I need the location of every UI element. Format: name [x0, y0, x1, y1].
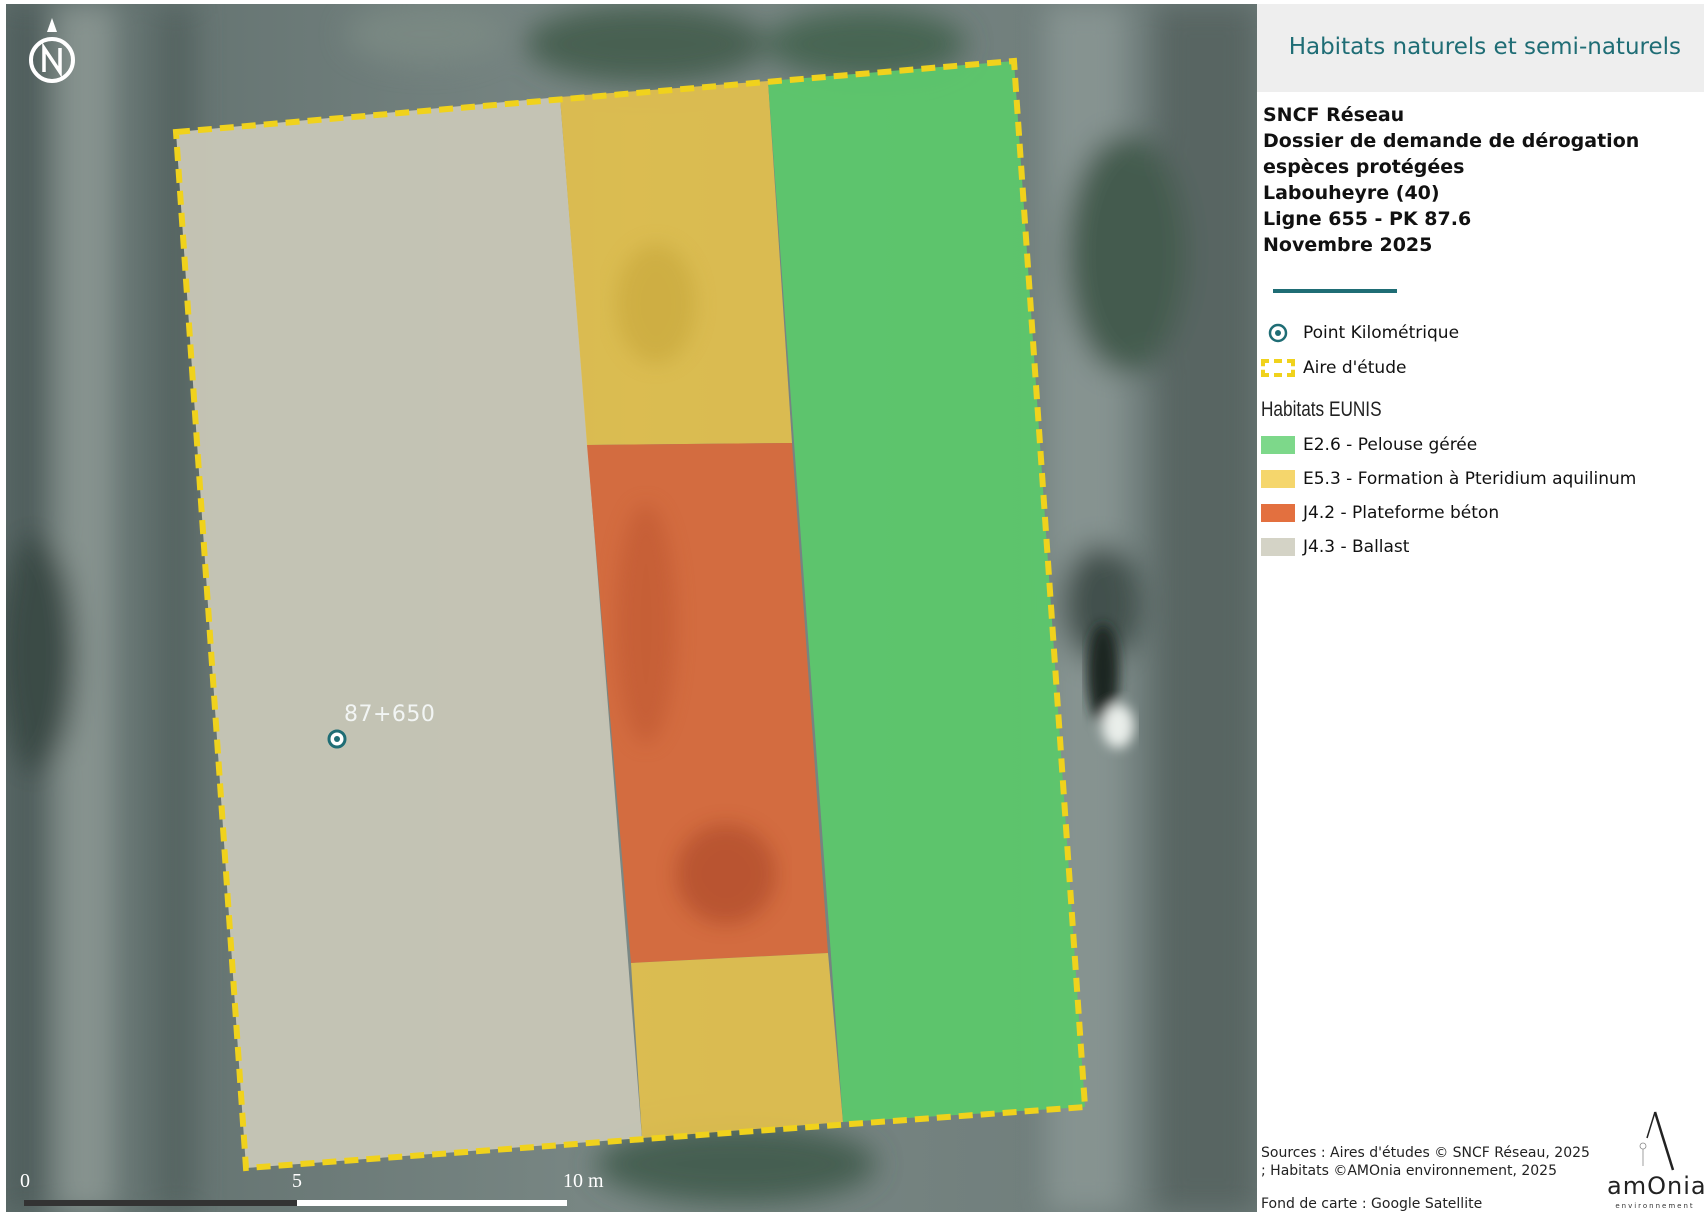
map-title: Habitats naturels et semi-naturels — [1288, 34, 1681, 60]
legend-item-habitat: E2.6 - Pelouse gérée — [1261, 434, 1477, 456]
legend-item-habitat: E5.3 - Formation à Pteridium aquilinum — [1261, 468, 1636, 490]
legend-label-habitat: J4.3 - Ballast — [1303, 537, 1410, 557]
logo-wordmark: amOnia — [1607, 1172, 1704, 1200]
meta-date: Novembre 2025 — [1263, 234, 1433, 256]
legend-label-point: Point Kilométrique — [1303, 323, 1460, 343]
logo-subtitle: environnement — [1615, 1202, 1695, 1210]
legend-heading-habitats: Habitats EUNIS — [1261, 398, 1382, 421]
amonia-logo: amOnia environnement — [1607, 1104, 1704, 1212]
pk-point-symbol — [327, 729, 347, 749]
habitat-ballast-area — [176, 97, 642, 1168]
legend-item-aire: Aire d'étude — [1261, 357, 1406, 379]
scale-label-0: 0 — [20, 1170, 30, 1192]
legend-label-habitat: E5.3 - Formation à Pteridium aquilinum — [1303, 469, 1637, 489]
pk-label: 87+650 — [344, 702, 436, 727]
scale-label-10m: 10 m — [563, 1170, 604, 1192]
habitat-layer — [172, 57, 1089, 1172]
title-separator — [1273, 289, 1397, 293]
north-arrow-icon — [24, 16, 80, 86]
basemap-credit: Fond de carte : Google Satellite — [1261, 1196, 1483, 1212]
scale-bar-dark — [24, 1200, 297, 1206]
scale-bar-light — [297, 1200, 567, 1206]
scale-label-5: 5 — [292, 1170, 302, 1192]
habitat-swatch — [1261, 436, 1295, 454]
study-area-swatch — [1261, 359, 1295, 377]
legend-item-habitat: J4.2 - Plateforme béton — [1261, 502, 1499, 524]
map-metadata: SNCF Réseau Dossier de demande de déroga… — [1263, 102, 1683, 258]
meta-ligne: Ligne 655 - PK 87.6 — [1263, 208, 1472, 230]
meta-commune: Labouheyre (40) — [1263, 182, 1440, 204]
habitat-swatch — [1261, 504, 1295, 522]
legend-item-habitat: J4.3 - Ballast — [1261, 536, 1409, 558]
habitat-pteridium-area-bottom — [631, 953, 843, 1138]
panel-header: Habitats naturels et semi-naturels — [1257, 4, 1704, 92]
legend-panel: Habitats naturels et semi-naturels SNCF … — [1257, 4, 1704, 1212]
sources-credit: Sources : Aires d'études © SNCF Réseau, … — [1261, 1145, 1590, 1179]
map-view[interactable]: 87+650 0 5 10 m — [6, 4, 1257, 1212]
habitat-swatch — [1261, 538, 1295, 556]
pk-point-icon — [1261, 322, 1295, 344]
habitat-swatch — [1261, 470, 1295, 488]
legend-item-point: Point Kilométrique — [1261, 322, 1459, 344]
meta-dossier: Dossier de demande de dérogation espèces… — [1263, 130, 1640, 178]
legend-label-habitat: E2.6 - Pelouse gérée — [1303, 435, 1478, 455]
legend-label-aire: Aire d'étude — [1303, 358, 1407, 378]
legend-label-habitat: J4.2 - Plateforme béton — [1303, 503, 1500, 523]
meta-client: SNCF Réseau — [1263, 104, 1405, 126]
